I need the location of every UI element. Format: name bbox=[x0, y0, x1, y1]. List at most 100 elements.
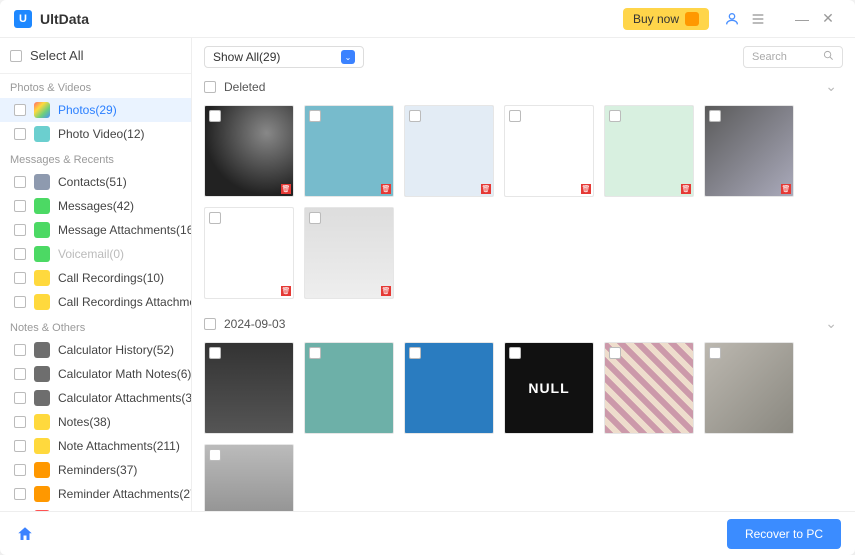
search-input[interactable]: Search bbox=[743, 46, 843, 68]
user-icon[interactable] bbox=[719, 6, 745, 32]
thumbnail[interactable]: 🗑 bbox=[704, 105, 794, 197]
sidebar-item[interactable]: Photos(29) bbox=[0, 98, 191, 122]
thumbnail[interactable]: 🗑 bbox=[504, 105, 594, 197]
checkbox[interactable] bbox=[209, 110, 221, 122]
sidebar-item[interactable]: Call Recordings(10) bbox=[0, 266, 191, 290]
sidebar-item-label: Call Recordings Attachment... bbox=[58, 295, 191, 309]
sidebar-item[interactable]: Contacts(51) bbox=[0, 170, 191, 194]
checkbox[interactable] bbox=[14, 176, 26, 188]
checkbox[interactable] bbox=[14, 440, 26, 452]
filter-label: Show All(29) bbox=[213, 50, 280, 64]
checkbox[interactable] bbox=[709, 110, 721, 122]
checkbox[interactable] bbox=[509, 110, 521, 122]
menu-icon[interactable] bbox=[745, 6, 771, 32]
thumbnail[interactable]: 🗑 bbox=[604, 105, 694, 197]
sidebar-item[interactable]: Message Attachments(16) bbox=[0, 218, 191, 242]
checkbox[interactable] bbox=[309, 110, 321, 122]
checkbox[interactable] bbox=[209, 212, 221, 224]
thumbnail[interactable] bbox=[304, 342, 394, 434]
select-all-checkbox[interactable] bbox=[10, 50, 22, 62]
buy-now-button[interactable]: Buy now bbox=[623, 8, 709, 30]
thumbnail[interactable]: 🗑 bbox=[204, 105, 294, 197]
titlebar: U UltData Buy now — ✕ bbox=[0, 0, 855, 38]
checkbox[interactable] bbox=[709, 347, 721, 359]
thumbnail[interactable]: 🗑 bbox=[304, 207, 394, 299]
checkbox[interactable] bbox=[14, 248, 26, 260]
checkbox[interactable] bbox=[14, 344, 26, 356]
thumbnail[interactable] bbox=[204, 342, 294, 434]
sidebar-item[interactable]: Reminder Attachments(27) bbox=[0, 482, 191, 506]
select-all-row[interactable]: Select All bbox=[0, 38, 191, 74]
search-placeholder: Search bbox=[752, 51, 787, 63]
thumbnail[interactable]: 🗑 bbox=[404, 105, 494, 197]
checkbox[interactable] bbox=[14, 224, 26, 236]
checkbox[interactable] bbox=[409, 347, 421, 359]
main-scroll[interactable]: Deleted⌄🗑🗑🗑🗑🗑🗑🗑🗑2024-09-03⌄NULL bbox=[192, 74, 855, 511]
checkbox[interactable] bbox=[209, 449, 221, 461]
sidebar-item[interactable]: Calculator History(52) bbox=[0, 338, 191, 362]
thumbnail[interactable]: NULL bbox=[504, 342, 594, 434]
group-label: Deleted bbox=[224, 80, 265, 94]
sidebar-item[interactable]: Calculator Math Notes(6) bbox=[0, 362, 191, 386]
sidebar-item-label: Note Attachments(211) bbox=[58, 439, 180, 453]
checkbox[interactable] bbox=[204, 318, 216, 330]
thumbnail[interactable] bbox=[204, 444, 294, 511]
checkbox[interactable] bbox=[609, 110, 621, 122]
checkbox[interactable] bbox=[14, 104, 26, 116]
checkbox[interactable] bbox=[204, 81, 216, 93]
recover-button[interactable]: Recover to PC bbox=[727, 519, 841, 549]
footer: Recover to PC bbox=[0, 511, 855, 555]
checkbox[interactable] bbox=[14, 416, 26, 428]
sidebar-item-label: Contacts(51) bbox=[58, 175, 127, 189]
sidebar-item[interactable]: Photo Video(12) bbox=[0, 122, 191, 146]
chevron-down-icon: ⌄ bbox=[825, 78, 843, 95]
section-label: Photos & Videos bbox=[0, 74, 191, 98]
thumbnail[interactable]: 🗑 bbox=[204, 207, 294, 299]
sidebar-scroll[interactable]: Photos & VideosPhotos(29)Photo Video(12)… bbox=[0, 74, 191, 511]
sidebar-item[interactable]: Calculator Attachments(30) bbox=[0, 386, 191, 410]
sidebar-item[interactable]: Call Recordings Attachment... bbox=[0, 290, 191, 314]
checkbox[interactable] bbox=[14, 200, 26, 212]
main: Show All(29) ⌄ Search Deleted⌄🗑🗑🗑🗑🗑🗑🗑🗑20… bbox=[192, 38, 855, 511]
checkbox[interactable] bbox=[14, 488, 26, 500]
contacts-icon bbox=[34, 174, 50, 190]
thumbnail[interactable] bbox=[704, 342, 794, 434]
filter-select[interactable]: Show All(29) ⌄ bbox=[204, 46, 364, 68]
section-label: Messages & Recents bbox=[0, 146, 191, 170]
thumbnail[interactable] bbox=[404, 342, 494, 434]
group-header[interactable]: 2024-09-03⌄ bbox=[204, 311, 843, 336]
buy-now-label: Buy now bbox=[633, 12, 679, 26]
close-icon[interactable]: ✕ bbox=[815, 6, 841, 32]
checkbox[interactable] bbox=[14, 464, 26, 476]
sidebar-item[interactable]: Note Attachments(211) bbox=[0, 434, 191, 458]
checkbox[interactable] bbox=[14, 128, 26, 140]
minimize-icon[interactable]: — bbox=[789, 6, 815, 32]
notes-icon bbox=[34, 438, 50, 454]
rem-icon bbox=[34, 486, 50, 502]
group-label: 2024-09-03 bbox=[224, 317, 285, 331]
callrec-icon bbox=[34, 294, 50, 310]
checkbox[interactable] bbox=[309, 347, 321, 359]
checkbox[interactable] bbox=[409, 110, 421, 122]
sidebar-item[interactable]: Reminders(37) bbox=[0, 458, 191, 482]
checkbox[interactable] bbox=[14, 368, 26, 380]
thumbnail[interactable] bbox=[604, 342, 694, 434]
group-header[interactable]: Deleted ⌄ bbox=[204, 74, 843, 99]
checkbox[interactable] bbox=[14, 392, 26, 404]
sidebar-item-label: Message Attachments(16) bbox=[58, 223, 191, 237]
checkbox[interactable] bbox=[14, 272, 26, 284]
video-icon bbox=[34, 126, 50, 142]
checkbox[interactable] bbox=[309, 212, 321, 224]
checkbox[interactable] bbox=[609, 347, 621, 359]
thumbnail[interactable]: 🗑 bbox=[304, 105, 394, 197]
calc-icon bbox=[34, 390, 50, 406]
rem-icon bbox=[34, 462, 50, 478]
home-button[interactable] bbox=[14, 523, 36, 545]
sidebar-item[interactable]: Notes(38) bbox=[0, 410, 191, 434]
chevron-down-icon: ⌄ bbox=[341, 50, 355, 64]
checkbox[interactable] bbox=[509, 347, 521, 359]
checkbox[interactable] bbox=[209, 347, 221, 359]
checkbox[interactable] bbox=[14, 296, 26, 308]
sidebar-item[interactable]: Messages(42) bbox=[0, 194, 191, 218]
trash-icon: 🗑 bbox=[481, 184, 491, 194]
